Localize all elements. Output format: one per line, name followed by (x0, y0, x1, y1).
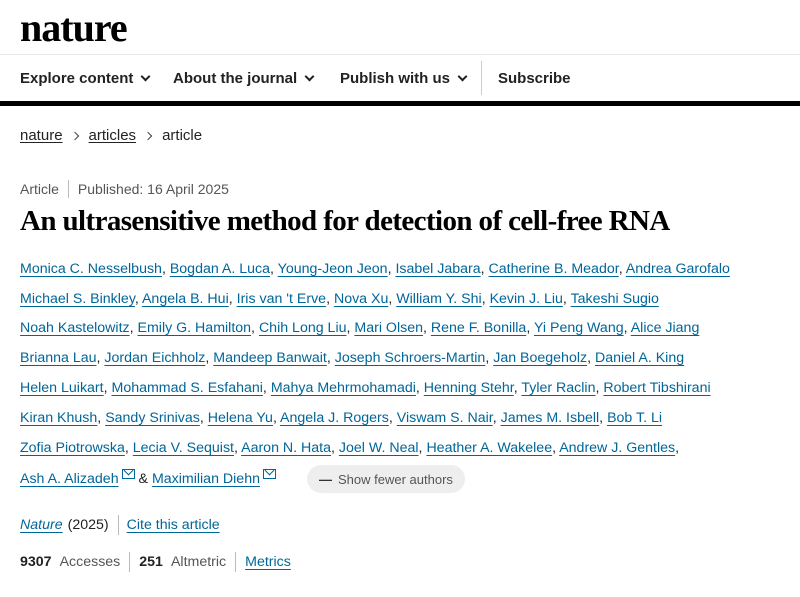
journal-citation: Nature (2025) Cite this article (20, 515, 220, 535)
breadcrumb-current: article (162, 127, 203, 144)
author-link[interactable]: Monica C. Nesselbush (20, 261, 162, 277)
author-link[interactable]: Nova Xu (334, 291, 388, 307)
chevron-right-icon (70, 131, 79, 140)
author-link[interactable]: Joel W. Neal (339, 440, 419, 456)
author-link[interactable]: Ash A. Alizadeh (20, 471, 119, 487)
author-link[interactable]: Henning Stehr (424, 380, 514, 396)
breadcrumb: nature articles article (20, 127, 202, 144)
author-line: Brianna Lau, Jordan Eichholz, Mandeep Ba… (20, 350, 685, 366)
author-link[interactable]: Zofia Piotrowska (20, 440, 125, 456)
author-line: Kiran Khush, Sandy Srinivas, Helena Yu, … (20, 410, 663, 426)
subscribe-link[interactable]: Subscribe (498, 55, 571, 101)
chevron-down-icon (457, 71, 468, 81)
show-fewer-authors-button[interactable]: — Show fewer authors (307, 465, 465, 493)
author-link[interactable]: Alice Jiang (631, 320, 700, 336)
author-line: Zofia Piotrowska, Lecia V. Sequist, Aaro… (20, 440, 680, 456)
author-link[interactable]: Angela J. Rogers (280, 410, 389, 426)
author-link[interactable]: Joseph Schroers-Martin (335, 350, 486, 366)
nav-about-journal[interactable]: About the journal (173, 55, 315, 101)
author-link[interactable]: Sandy Srinivas (105, 410, 200, 426)
minus-icon: — (319, 471, 332, 487)
author-link[interactable]: Helen Luikart (20, 380, 104, 396)
author-line: Michael S. Binkley, Angela B. Hui, Iris … (20, 291, 659, 307)
author-link[interactable]: Mandeep Banwait (213, 350, 327, 366)
show-fewer-authors-label: Show fewer authors (338, 471, 453, 487)
article-meta: Article Published: 16 April 2025 (20, 180, 229, 198)
author-link[interactable]: Kiran Khush (20, 410, 97, 426)
author-link[interactable]: Aaron N. Hata (241, 440, 331, 456)
author-link[interactable]: Viswam S. Nair (397, 410, 493, 426)
email-icon[interactable] (262, 469, 276, 479)
author-link[interactable]: Andrea Garofalo (626, 261, 730, 277)
author-link[interactable]: Catherine B. Meador (489, 261, 619, 277)
citation-divider (117, 515, 119, 535)
author-link[interactable]: Michael S. Binkley (20, 291, 135, 307)
author-link[interactable]: Rene F. Bonilla (431, 320, 526, 336)
author-link[interactable]: Daniel A. King (595, 350, 684, 366)
author-link[interactable]: Bob T. Li (607, 410, 662, 426)
author-link[interactable]: Mohammad S. Esfahani (112, 380, 263, 396)
author-link[interactable]: Isabel Jabara (395, 261, 480, 277)
header-rule (0, 101, 800, 106)
nav-divider (481, 61, 482, 95)
metrics-divider (129, 552, 131, 572)
author-link[interactable]: Mahya Mehrmohamadi (271, 380, 416, 396)
journal-link[interactable]: Nature (20, 517, 63, 533)
author-link[interactable]: Tyler Raclin (521, 380, 595, 396)
author-link[interactable]: Jordan Eichholz (104, 350, 205, 366)
metrics-link[interactable]: Metrics (245, 554, 291, 570)
author-link[interactable]: Helena Yu (208, 410, 273, 426)
author-link[interactable]: Bogdan A. Luca (170, 261, 270, 277)
author-line: Noah Kastelowitz, Emily G. Hamilton, Chi… (20, 320, 700, 336)
nav-publish-with-us[interactable]: Publish with us (340, 55, 468, 101)
nav-about-journal-label: About the journal (173, 69, 298, 87)
author-link[interactable]: Emily G. Hamilton (138, 320, 252, 336)
author-line: Helen Luikart, Mohammad S. Esfahani, Mah… (20, 380, 711, 396)
altmetric-label: Altmetric (170, 554, 227, 570)
author-link[interactable]: Iris van 't Erve (237, 291, 326, 307)
article-metrics: 9307 Accesses 251 Altmetric Metrics (20, 552, 291, 572)
author-link[interactable]: Noah Kastelowitz (20, 320, 130, 336)
email-icon[interactable] (121, 469, 135, 479)
breadcrumb-articles[interactable]: articles (89, 127, 137, 144)
breadcrumb-nature[interactable]: nature (20, 127, 63, 144)
article-title: An ultrasensitive method for detection o… (20, 205, 670, 237)
author-link[interactable]: Kevin J. Liu (490, 291, 563, 307)
published-date: Published: 16 April 2025 (77, 181, 229, 197)
meta-divider (67, 180, 69, 198)
author-link[interactable]: Angela B. Hui (142, 291, 229, 307)
accesses-count: 9307 (20, 554, 52, 570)
author-link[interactable]: Yi Peng Wang (534, 320, 624, 336)
author-link[interactable]: Andrew J. Gentles (559, 440, 675, 456)
author-link[interactable]: Young-Jeon Jeon (278, 261, 388, 277)
author-link[interactable]: Robert Tibshirani (603, 380, 710, 396)
chevron-right-icon (143, 131, 153, 140)
nav-publish-with-us-label: Publish with us (340, 69, 451, 87)
cite-this-article-link[interactable]: Cite this article (127, 517, 220, 533)
chevron-down-icon (304, 71, 315, 81)
nav-explore-content[interactable]: Explore content (20, 55, 151, 101)
author-link[interactable]: James M. Isbell (501, 410, 600, 426)
nature-logo[interactable]: nature (20, 4, 128, 51)
altmetric-count: 251 (139, 554, 163, 570)
article-type: Article (20, 181, 59, 197)
author-link[interactable]: Jan Boegeholz (493, 350, 587, 366)
author-link[interactable]: William Y. Shi (396, 291, 481, 307)
accesses-label: Accesses (59, 554, 121, 570)
author-link[interactable]: Brianna Lau (20, 350, 97, 366)
author-link[interactable]: Maximilian Diehn (152, 471, 260, 487)
metrics-divider (235, 552, 237, 572)
nav-explore-content-label: Explore content (20, 69, 134, 87)
author-link[interactable]: Takeshi Sugio (571, 291, 659, 307)
author-link[interactable]: Mari Olsen (354, 320, 423, 336)
author-link[interactable]: Chih Long Liu (259, 320, 347, 336)
author-link[interactable]: Heather A. Wakelee (426, 440, 552, 456)
journal-year: (2025) (67, 517, 109, 533)
top-navigation: Explore content About the journal Publis… (0, 54, 800, 103)
chevron-down-icon (140, 71, 151, 81)
author-link[interactable]: Lecia V. Sequist (133, 440, 234, 456)
author-line: Monica C. Nesselbush, Bogdan A. Luca, Yo… (20, 261, 730, 277)
